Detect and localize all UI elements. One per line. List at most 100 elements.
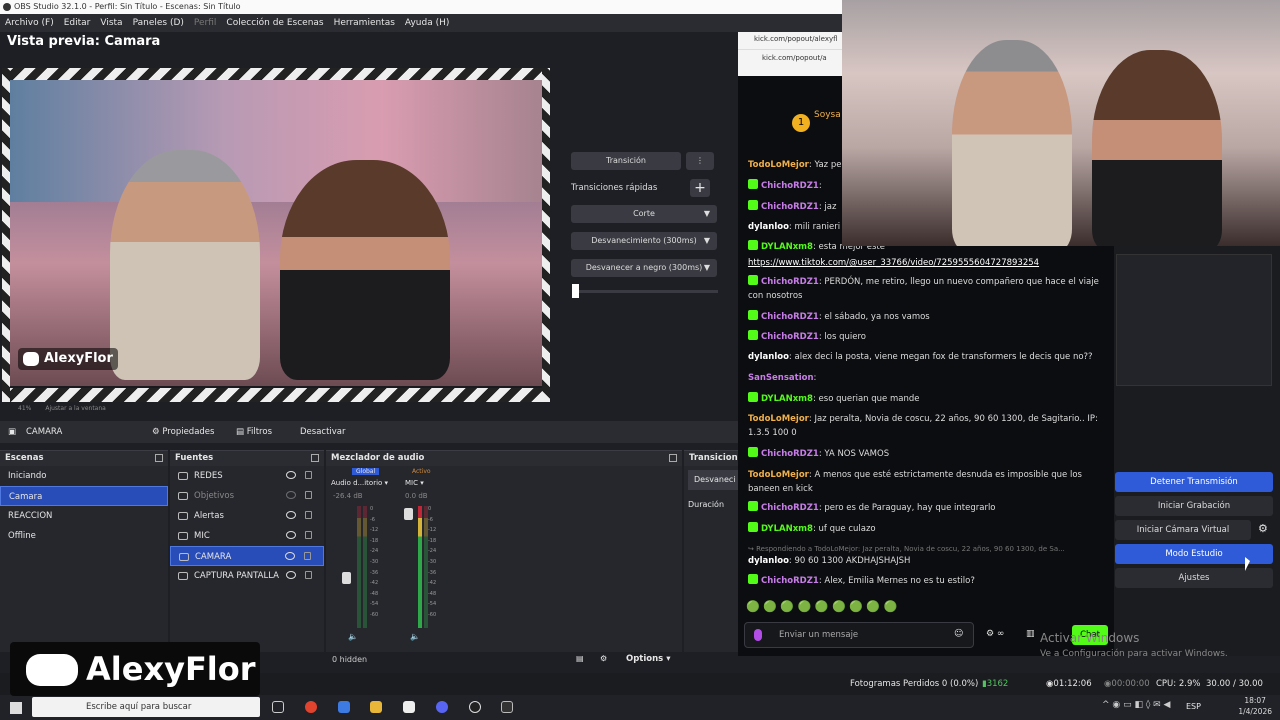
eye-icon[interactable] [286,471,296,479]
quick-transition-fade-black[interactable]: Desvanecer a negro (300ms) ▼ [571,259,717,277]
properties-button[interactable]: ⚙ Propiedades [152,421,214,443]
mixer-tab-global[interactable]: Global [352,468,380,475]
chat-username[interactable]: dylanloo [748,352,789,362]
scene-item[interactable]: Offline [0,526,168,546]
chat-username[interactable]: DYLANxm8 [761,242,813,252]
chat-username[interactable]: TodoLoMejor [748,470,809,480]
chat-username[interactable]: ChichoRDZ1 [761,277,819,287]
language-indicator[interactable]: ESP [1186,702,1201,711]
volume-slider-handle[interactable] [404,508,413,520]
chat-username[interactable]: DYLANxm8 [761,524,813,534]
emote-bar[interactable]: 🟢 🟢 🟢 🟢 🟢 🟢 🟢 🟢 🟢 [746,600,926,614]
lock-icon[interactable] [305,511,312,519]
chat-username[interactable]: ChichoRDZ1 [761,181,819,191]
settings-button[interactable]: Ajustes [1115,568,1273,588]
chat-username[interactable]: SanSensation [748,373,814,383]
gift-icon[interactable]: ▥ [1026,629,1035,639]
fit-window[interactable]: Ajustar a la ventana [45,403,106,415]
preview-canvas[interactable]: AlexyFlor [2,68,550,402]
taskbar-search[interactable]: Escribe aquí para buscar [32,697,260,717]
chat-username[interactable]: ChichoRDZ1 [761,449,819,459]
quick-transition-cut[interactable]: Corte ▼ [571,205,717,223]
menu-profile[interactable]: Perfil [189,14,222,32]
lock-icon[interactable] [305,491,312,499]
start-recording-button[interactable]: Iniciar Grabación [1115,496,1273,516]
chat-username[interactable]: dylanloo [748,556,789,566]
discord-taskbar-icon[interactable] [436,701,448,713]
source-item[interactable]: Alertas [170,506,324,526]
lock-icon[interactable] [304,552,311,560]
copilot-icon[interactable] [338,701,350,713]
chat-username[interactable]: DYLANxm8 [761,394,813,404]
volume-slider-handle[interactable] [342,572,351,584]
task-view-icon[interactable] [272,701,284,713]
deactivate-button[interactable]: Desactivar [300,421,346,443]
menu-scene-collection[interactable]: Colección de Escenas [221,14,328,32]
mixer-layout-icon[interactable]: ▤ [576,654,584,663]
start-virtual-camera-button[interactable]: Iniciar Cámara Virtual [1115,520,1251,540]
stop-stream-button[interactable]: Detener Transmisión [1115,472,1273,492]
chat-username[interactable]: TodoLoMejor [748,414,809,424]
mixer-tab-active[interactable]: Activo [412,468,431,475]
chat-username[interactable]: ChichoRDZ1 [761,202,819,212]
menu-view[interactable]: Vista [95,14,127,32]
menu-help[interactable]: Ayuda (H) [400,14,454,32]
taskbar-clock[interactable]: 18:07 1/4/2026 [1238,695,1272,717]
chat-link[interactable]: https://www.tiktok.com/@user_33766/video… [748,258,1039,268]
source-item[interactable]: REDES [170,466,324,486]
menu-edit[interactable]: Editar [59,14,96,32]
chat-username[interactable]: ChichoRDZ1 [761,312,819,322]
eye-icon[interactable] [286,531,296,539]
lock-icon[interactable] [305,471,312,479]
menu-file[interactable]: Archivo (F) [0,14,59,32]
speaker-icon[interactable]: 🔈 [410,632,420,641]
emoji-icon[interactable]: ☺ [954,629,963,639]
quick-transition-fade[interactable]: Desvanecimiento (300ms) ▼ [571,232,717,250]
app-taskbar-icon[interactable] [501,701,513,713]
mixer-settings-icon[interactable]: ⚙ [600,654,607,663]
chrome-icon[interactable] [305,701,317,713]
virtual-camera-settings-icon[interactable]: ⚙ [1258,522,1268,535]
source-item-selected[interactable]: CAMARA [170,546,324,566]
filters-button[interactable]: ▤ Filtros [236,421,272,443]
eye-icon[interactable] [286,511,296,519]
lock-icon[interactable] [305,531,312,539]
chat-username[interactable]: ChichoRDZ1 [761,332,819,342]
chat-tools-icon[interactable]: ⚙ ∞ [986,629,1004,639]
lock-icon[interactable] [305,571,312,579]
system-tray-icons[interactable]: ^ ◉ ▭ ◧ ◊ ✉ ◀ [1102,700,1170,710]
tbar-handle[interactable] [572,284,579,298]
undock-icon[interactable] [155,454,163,462]
undock-icon[interactable] [311,454,319,462]
obs-taskbar-icon[interactable] [469,701,481,713]
add-quick-transition-button[interactable]: + [690,179,710,197]
menu-tools[interactable]: Herramientas [329,14,400,32]
scene-item[interactable]: REACCION [0,506,168,526]
windows-start-icon[interactable] [10,702,22,714]
chat-url-1[interactable]: kick.com/popout/alexyfl [738,32,842,50]
source-item[interactable]: CAPTURA PANTALLA [170,566,324,586]
channel-audio-desktop-name[interactable]: Audio d...itorio ▾ [331,479,388,487]
tbar-track[interactable] [572,290,718,293]
chat-url-2[interactable]: kick.com/popout/a [738,50,842,62]
chat-input[interactable]: Enviar un mensaje [744,622,974,648]
scene-item[interactable]: Iniciando [0,466,168,486]
undock-icon[interactable] [669,454,677,462]
chat-username[interactable]: TodoLoMejor [748,160,809,170]
menu-docks[interactable]: Paneles (D) [128,14,189,32]
chat-username[interactable]: dylanloo [748,222,789,232]
source-item[interactable]: Objetivos [170,486,324,506]
transition-button[interactable]: Transición [571,152,681,170]
eye-hidden-icon[interactable] [286,491,296,499]
chat-username[interactable]: ChichoRDZ1 [761,503,819,513]
chat-username[interactable]: ChichoRDZ1 [761,576,819,586]
channel-mic-name[interactable]: MIC ▾ [405,479,424,487]
scene-item-selected[interactable]: Camara [0,486,168,506]
eye-icon[interactable] [285,552,295,560]
speaker-icon[interactable]: 🔈 [348,632,358,641]
mic-icon[interactable] [754,629,762,641]
chat-link[interactable]: ↪ Respondiendo a TodoLoMejor: Jaz peralt… [748,545,1065,553]
transition-menu-button[interactable]: ⋮ [686,152,714,170]
store-icon[interactable] [403,701,415,713]
zoom-level[interactable]: 41% [18,403,31,415]
